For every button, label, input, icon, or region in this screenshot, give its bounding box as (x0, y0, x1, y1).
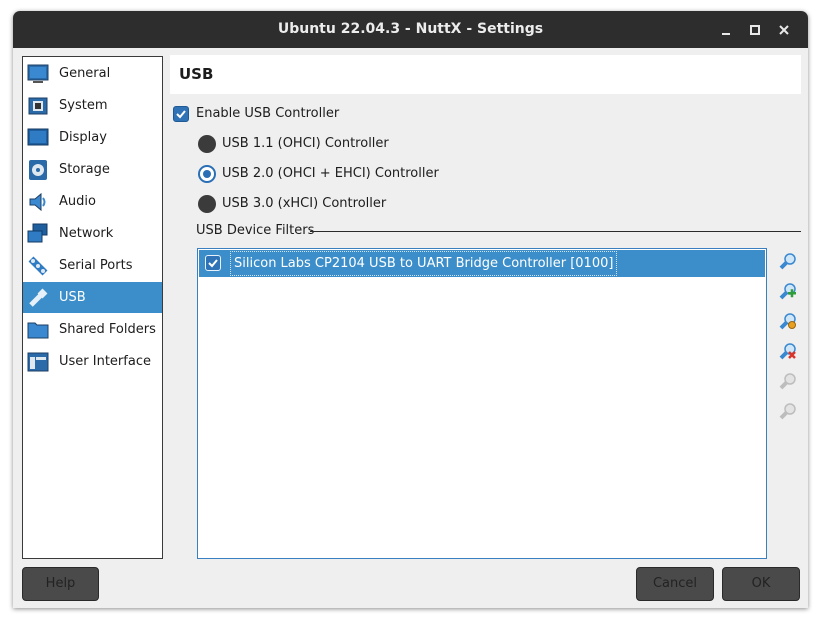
sidebar-item-label: System (59, 98, 108, 113)
sidebar-item-label: USB (59, 290, 86, 305)
filter-name: Silicon Labs CP2104 USB to UART Bridge C… (230, 251, 618, 276)
move-filter-up-icon (779, 373, 796, 390)
sidebar-item-display[interactable]: Display (23, 122, 162, 153)
ok-button[interactable]: OK (722, 567, 800, 601)
sidebar-item-network[interactable]: Network (23, 218, 162, 249)
display-icon (27, 128, 49, 146)
user-interface-icon (27, 352, 49, 372)
usb-3-0-radio[interactable] (198, 195, 216, 213)
maximize-icon (750, 25, 760, 35)
sidebar-item-label: Shared Folders (59, 322, 156, 337)
sidebar-item-usb[interactable]: USB (23, 282, 162, 313)
usb-2-0-radio[interactable] (198, 165, 216, 183)
usb-device-filters-label: USB Device Filters (196, 223, 315, 238)
move-filter-up-button[interactable] (777, 372, 797, 392)
minimize-icon (722, 33, 730, 35)
sidebar-item-label: Network (59, 226, 114, 241)
serial-ports-icon (28, 256, 48, 276)
move-filter-down-button[interactable] (777, 402, 797, 422)
usb-filters-list[interactable]: Silicon Labs CP2104 USB to UART Bridge C… (197, 248, 767, 559)
sidebar-item-system[interactable]: System (23, 90, 162, 121)
sidebar-item-user-interface[interactable]: User Interface (23, 346, 162, 377)
sidebar-item-label: Storage (59, 162, 110, 177)
shared-folders-icon (27, 322, 49, 339)
close-button[interactable] (775, 21, 793, 39)
edit-filter-icon (779, 313, 796, 330)
remove-filter-button[interactable] (777, 342, 797, 362)
add-empty-filter-button[interactable] (777, 252, 797, 272)
enable-usb-checkbox[interactable] (173, 106, 189, 122)
sidebar-item-serial-ports[interactable]: Serial Ports (23, 250, 162, 281)
edit-filter-button[interactable] (777, 312, 797, 332)
network-icon (27, 223, 48, 243)
sidebar-item-label: User Interface (59, 354, 151, 369)
audio-icon (29, 192, 46, 212)
usb-icon (29, 288, 48, 307)
remove-filter-icon (779, 343, 796, 360)
sidebar-item-label: Serial Ports (59, 258, 133, 273)
usb-1-1-label[interactable]: USB 1.1 (OHCI) Controller (222, 136, 389, 151)
sidebar-item-general[interactable]: General (23, 58, 162, 89)
filter-enabled-checkbox[interactable] (205, 255, 221, 271)
cancel-button[interactable]: Cancel (636, 567, 714, 601)
settings-sidebar: General System Display Storage Audio Net… (22, 56, 163, 559)
add-empty-filter-icon (779, 253, 796, 270)
help-button[interactable]: Help (22, 567, 99, 601)
checkmark-icon (176, 110, 186, 119)
page-title: USB (170, 55, 801, 94)
add-device-filter-button[interactable] (777, 282, 797, 302)
sidebar-item-label: Display (59, 130, 107, 145)
general-icon (27, 64, 49, 83)
maximize-button[interactable] (746, 21, 764, 39)
sidebar-item-label: General (59, 66, 111, 81)
usb-1-1-radio[interactable] (198, 135, 216, 153)
sidebar-item-label: Audio (59, 194, 96, 209)
checkmark-icon (208, 259, 218, 268)
settings-window: Ubuntu 22.04.3 - NuttX - Settings Genera… (13, 11, 808, 608)
move-filter-down-icon (779, 403, 796, 420)
enable-usb-label[interactable]: Enable USB Controller (196, 106, 339, 121)
usb-2-0-label[interactable]: USB 2.0 (OHCI + EHCI) Controller (222, 166, 439, 181)
list-item[interactable]: Silicon Labs CP2104 USB to UART Bridge C… (199, 250, 765, 277)
minimize-button[interactable] (717, 21, 735, 39)
system-icon (28, 97, 48, 115)
sidebar-item-audio[interactable]: Audio (23, 186, 162, 217)
add-device-filter-icon (779, 283, 796, 300)
usb-3-0-label[interactable]: USB 3.0 (xHCI) Controller (222, 196, 386, 211)
close-icon (779, 25, 789, 35)
title-bar[interactable]: Ubuntu 22.04.3 - NuttX - Settings (13, 11, 808, 48)
sidebar-item-shared-folders[interactable]: Shared Folders (23, 314, 162, 345)
storage-icon (29, 160, 47, 180)
window-title: Ubuntu 22.04.3 - NuttX - Settings (277, 21, 544, 37)
group-divider (310, 231, 801, 232)
sidebar-item-storage[interactable]: Storage (23, 154, 162, 185)
